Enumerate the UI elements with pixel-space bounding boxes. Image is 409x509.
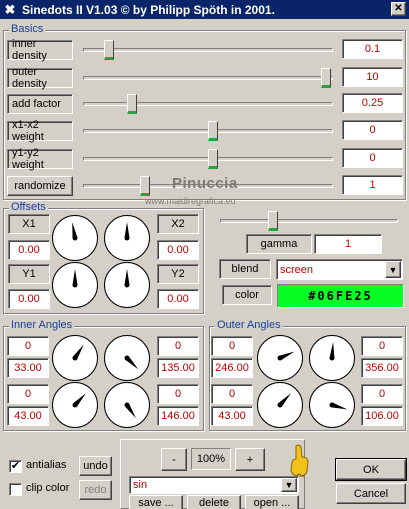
gamma-slider-track[interactable] bbox=[220, 219, 398, 223]
y2-label: Y2 bbox=[157, 264, 199, 284]
basics-slider-thumb-3[interactable] bbox=[208, 121, 218, 141]
outer-angle-3-b[interactable]: 43.00 bbox=[211, 406, 253, 426]
outer-angle-1-a[interactable]: 0 bbox=[211, 336, 253, 356]
basics-value-1[interactable]: 10 bbox=[342, 67, 403, 87]
title-bar: ✖ Sinedots II V1.03 © by Philipp Spöth i… bbox=[0, 0, 409, 19]
chevron-down-icon[interactable]: ▼ bbox=[281, 478, 297, 492]
preset-select[interactable]: sin ▼ bbox=[129, 476, 299, 494]
basics-slider-track-0[interactable] bbox=[83, 48, 333, 52]
window-title: Sinedots II V1.03 © by Philipp Spöth in … bbox=[22, 2, 275, 17]
basics-slider-thumb-0[interactable] bbox=[104, 40, 115, 60]
basics-label: Basics bbox=[9, 23, 46, 35]
ok-button[interactable]: OK bbox=[335, 458, 407, 481]
outer-angle-4-a[interactable]: 0 bbox=[361, 384, 403, 404]
antialias-label: antialias bbox=[26, 459, 67, 471]
inner-angle-1-a[interactable]: 0 bbox=[7, 336, 49, 356]
outer-angle-dial-1[interactable] bbox=[257, 335, 303, 381]
gamma-slider-thumb[interactable] bbox=[267, 211, 278, 231]
basics-value-3[interactable]: 0 bbox=[342, 120, 403, 140]
outer-angle-dial-3[interactable] bbox=[257, 382, 303, 428]
basics-label-0: inner density bbox=[7, 38, 73, 62]
basics-value-4[interactable]: 0 bbox=[342, 148, 403, 168]
y1-value[interactable]: 0.00 bbox=[8, 289, 50, 309]
basics-label-4: y1-y2 weight bbox=[7, 147, 73, 171]
basics-value-5[interactable]: 1 bbox=[342, 175, 403, 195]
x2-label: X2 bbox=[157, 214, 199, 234]
inner-angle-1-b[interactable]: 33.00 bbox=[7, 358, 49, 378]
undo-button[interactable]: undo bbox=[79, 456, 112, 476]
inner-angles-label: Inner Angles bbox=[9, 319, 75, 331]
save-preset-button[interactable]: save ... bbox=[129, 495, 183, 509]
offsets-label: Offsets bbox=[9, 201, 48, 213]
y1-label: Y1 bbox=[8, 264, 50, 284]
clip-color-label: clip color bbox=[26, 482, 70, 494]
offset-dial-4[interactable] bbox=[104, 262, 150, 308]
inner-angle-dial-2[interactable] bbox=[104, 335, 150, 381]
color-label: color bbox=[222, 285, 272, 305]
outer-angle-dial-4[interactable] bbox=[309, 382, 355, 428]
pointing-hand-icon bbox=[288, 444, 310, 480]
basics-slider-thumb-4[interactable] bbox=[208, 149, 218, 169]
blend-label: blend bbox=[219, 259, 271, 279]
outer-angle-1-b[interactable]: 246.00 bbox=[211, 358, 253, 378]
zoom-out-button[interactable]: - bbox=[161, 448, 187, 471]
basics-slider-thumb-2[interactable] bbox=[126, 94, 137, 114]
inner-angle-4-b[interactable]: 146.00 bbox=[157, 406, 199, 426]
randomize-button[interactable]: randomize bbox=[7, 176, 73, 196]
antialias-checkbox[interactable]: ✔ bbox=[9, 460, 22, 473]
chevron-down-icon[interactable]: ▼ bbox=[385, 261, 401, 278]
gamma-value[interactable]: 1 bbox=[314, 234, 382, 254]
outer-angle-dial-2[interactable] bbox=[309, 335, 355, 381]
offset-dial-1[interactable] bbox=[52, 215, 98, 261]
outer-angle-3-a[interactable]: 0 bbox=[211, 384, 253, 404]
inner-angle-dial-4[interactable] bbox=[104, 382, 150, 428]
watermark-name: Pinuccia bbox=[172, 175, 238, 192]
watermark-url: www.maidiregrafica.eu bbox=[145, 196, 236, 206]
gamma-label: gamma bbox=[246, 234, 312, 254]
zoom-level: 100% bbox=[191, 448, 231, 470]
offset-dial-3[interactable] bbox=[52, 262, 98, 308]
inner-angle-dial-3[interactable] bbox=[52, 382, 98, 428]
x1-label: X1 bbox=[8, 214, 50, 234]
inner-angle-3-a[interactable]: 0 bbox=[7, 384, 49, 404]
basics-label-1: outer density bbox=[7, 66, 73, 90]
basics-slider-track-2[interactable] bbox=[83, 102, 333, 106]
blend-value: screen bbox=[280, 263, 314, 276]
x1-value[interactable]: 0.00 bbox=[8, 240, 50, 260]
blend-select[interactable]: screen ▼ bbox=[276, 259, 403, 280]
redo-button[interactable]: redo bbox=[79, 480, 112, 500]
y2-value[interactable]: 0.00 bbox=[157, 289, 199, 309]
zoom-in-button[interactable]: + bbox=[235, 448, 265, 471]
basics-label-2: add factor bbox=[7, 94, 73, 114]
basics-slider-thumb-1[interactable] bbox=[321, 68, 331, 88]
outer-angle-2-a[interactable]: 0 bbox=[361, 336, 403, 356]
outer-angle-2-b[interactable]: 356.00 bbox=[361, 358, 403, 378]
basics-value-0[interactable]: 0.1 bbox=[342, 39, 403, 59]
x2-value[interactable]: 0.00 bbox=[157, 240, 199, 260]
inner-angle-2-b[interactable]: 135.00 bbox=[157, 358, 199, 378]
outer-angles-label: Outer Angles bbox=[215, 319, 283, 331]
basics-slider-track-1[interactable] bbox=[83, 76, 333, 80]
offset-dial-2[interactable] bbox=[104, 215, 150, 261]
inner-angle-dial-1[interactable] bbox=[52, 335, 98, 381]
basics-slider-thumb-5[interactable] bbox=[140, 176, 151, 196]
basics-label-3: x1-x2 weight bbox=[7, 119, 73, 143]
delete-preset-button[interactable]: delete bbox=[187, 495, 241, 509]
inner-angle-3-b[interactable]: 43.00 bbox=[7, 406, 49, 426]
outer-angle-4-b[interactable]: 106.00 bbox=[361, 406, 403, 426]
close-button[interactable]: ✕ bbox=[391, 2, 406, 16]
preset-value: sin bbox=[133, 479, 148, 491]
cancel-button[interactable]: Cancel bbox=[336, 483, 406, 504]
basics-value-2[interactable]: 0.25 bbox=[342, 93, 403, 113]
inner-angle-2-a[interactable]: 0 bbox=[157, 336, 199, 356]
open-preset-button[interactable]: open ... bbox=[245, 495, 299, 509]
clip-color-checkbox[interactable] bbox=[9, 483, 22, 496]
app-icon: ✖ bbox=[4, 1, 16, 17]
color-swatch[interactable]: #06FE25 bbox=[277, 284, 404, 308]
inner-angle-4-a[interactable]: 0 bbox=[157, 384, 199, 404]
